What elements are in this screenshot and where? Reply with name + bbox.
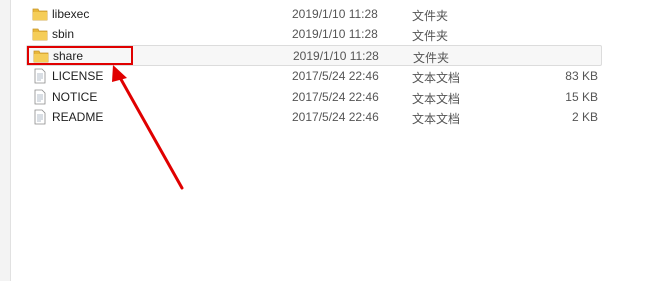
annotation-arrow <box>112 65 184 190</box>
